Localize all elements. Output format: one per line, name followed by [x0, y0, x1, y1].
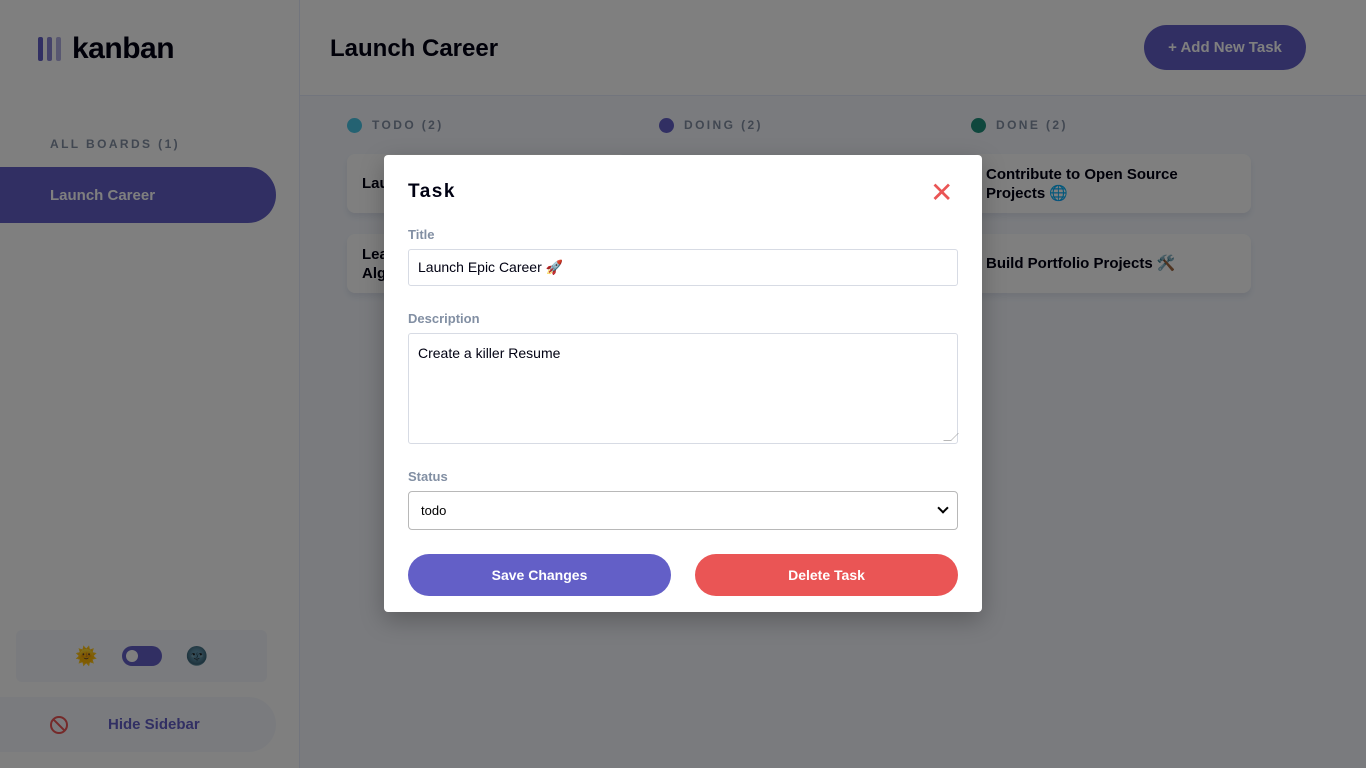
close-icon[interactable]: ✕: [930, 179, 953, 207]
status-label: Status: [408, 469, 448, 484]
description-textarea[interactable]: Create a killer Resume: [408, 333, 959, 444]
description-value: Create a killer Resume: [418, 345, 561, 361]
modal-heading: Task: [408, 181, 456, 202]
resize-handle[interactable]: [943, 433, 959, 441]
title-input[interactable]: Launch Epic Career 🚀: [408, 249, 958, 286]
task-modal: Task ✕ Title Launch Epic Career 🚀 Descri…: [384, 155, 982, 612]
title-label: Title: [408, 227, 435, 242]
status-select[interactable]: todo: [408, 491, 958, 530]
save-changes-button[interactable]: Save Changes: [408, 554, 671, 596]
status-select-value: todo: [421, 503, 447, 518]
chevron-down-icon: [937, 502, 949, 514]
description-label: Description: [408, 311, 480, 326]
title-input-value: Launch Epic Career 🚀: [418, 259, 564, 275]
delete-task-button[interactable]: Delete Task: [695, 554, 958, 596]
